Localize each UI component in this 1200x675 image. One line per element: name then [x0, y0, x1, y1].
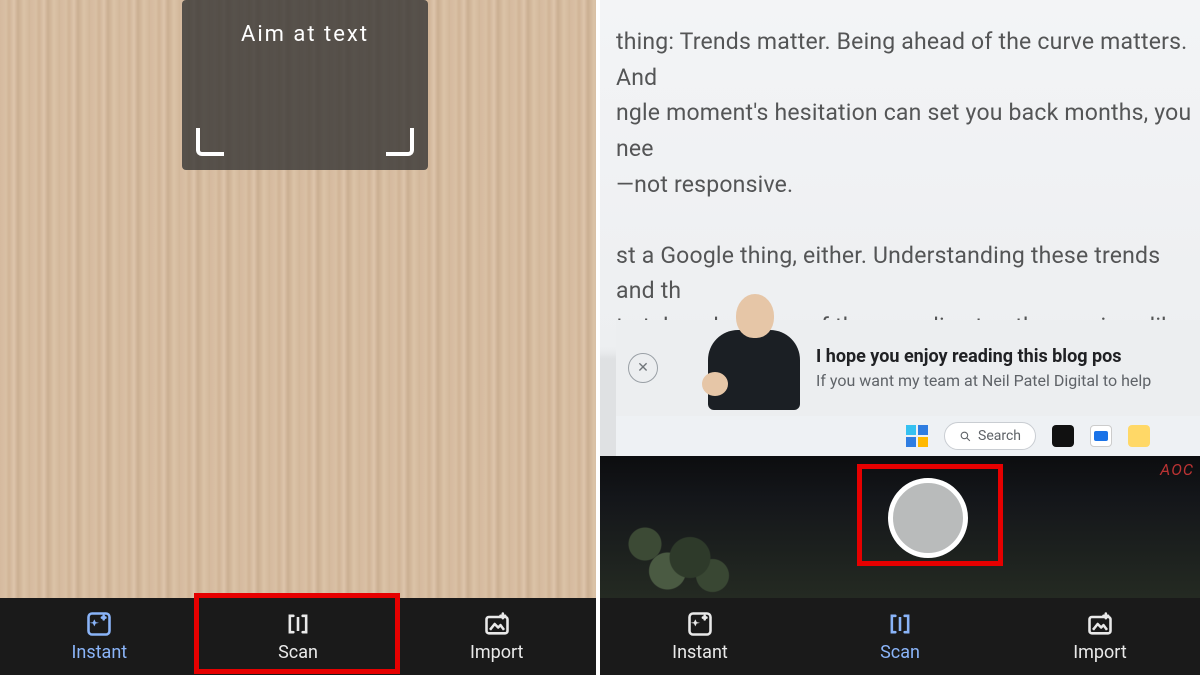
right-screenshot: thing: Trends matter. Being ahead of the… — [600, 0, 1200, 675]
monitor-brand-label: AOC — [1160, 460, 1194, 479]
taskbar-app-icon[interactable] — [1052, 425, 1074, 447]
nav-scan-label: Scan — [278, 642, 318, 663]
nav-import[interactable]: Import — [1000, 598, 1200, 675]
close-icon[interactable]: ✕ — [628, 353, 658, 383]
shutter-button[interactable] — [888, 478, 968, 558]
promo-copy: I hope you enjoy reading this blog pos I… — [816, 346, 1200, 390]
person-photo — [698, 294, 808, 414]
promo-headline: I hope you enjoy reading this blog pos — [816, 346, 1194, 367]
search-icon — [959, 430, 972, 443]
nav-import-label: Import — [1073, 642, 1126, 663]
image-plus-icon — [1086, 610, 1114, 638]
scan-brackets-icon — [886, 610, 914, 638]
plant-decor — [600, 508, 750, 598]
taskbar-search[interactable]: Search — [944, 422, 1036, 450]
image-plus-icon — [483, 610, 511, 638]
frame-corner-br-icon — [386, 128, 414, 156]
promo-banner: ✕ I hope you enjoy reading this blog pos… — [616, 320, 1200, 416]
windows-start-icon[interactable] — [906, 425, 928, 447]
aim-hint-label: Aim at text — [182, 22, 428, 47]
nav-instant[interactable]: Instant — [600, 598, 800, 675]
nav-scan-label: Scan — [880, 642, 920, 663]
taskbar-explorer-icon[interactable] — [1128, 425, 1150, 447]
nav-instant[interactable]: Instant — [0, 598, 199, 675]
taskbar-search-placeholder: Search — [978, 428, 1021, 444]
frame-corner-bl-icon — [196, 128, 224, 156]
aim-at-text-overlay: Aim at text — [182, 0, 428, 170]
sparkle-square-icon — [686, 610, 714, 638]
nav-import[interactable]: Import — [397, 598, 596, 675]
nav-instant-label: Instant — [72, 642, 128, 663]
nav-instant-label: Instant — [672, 642, 728, 663]
left-screenshot: Aim at text Instant Scan Import — [0, 0, 600, 675]
taskbar-meet-icon[interactable] — [1090, 425, 1112, 447]
nav-import-label: Import — [470, 642, 523, 663]
bottom-nav: Instant Scan Import — [600, 598, 1200, 675]
nav-scan[interactable]: Scan — [800, 598, 1000, 675]
windows-taskbar: Search — [616, 416, 1200, 456]
scan-brackets-icon — [284, 610, 312, 638]
nav-scan[interactable]: Scan — [199, 598, 398, 675]
sparkle-square-icon — [85, 610, 113, 638]
promo-subline: If you want my team at Neil Patel Digita… — [816, 371, 1194, 390]
bottom-nav: Instant Scan Import — [0, 598, 596, 675]
